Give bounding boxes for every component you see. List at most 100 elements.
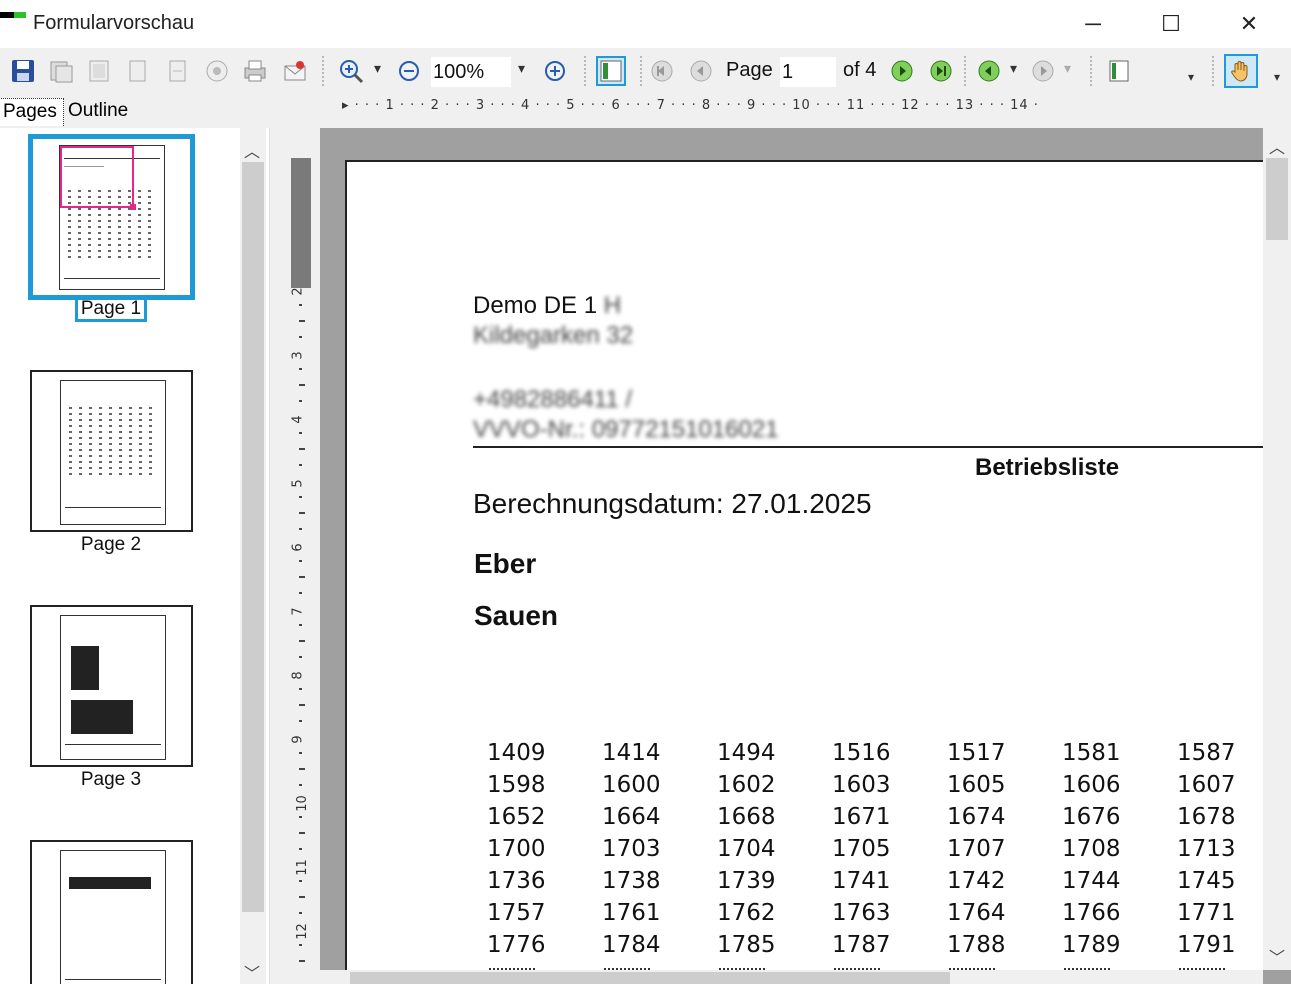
- animal-number: 1791: [1177, 932, 1236, 958]
- animal-number: 1605: [947, 772, 1006, 798]
- thumbnail-page-1[interactable]: [28, 134, 195, 300]
- save-icon[interactable]: [8, 56, 38, 86]
- thumbnail-cell: [129, 467, 132, 469]
- thumbnail-cell: [68, 214, 71, 216]
- animal-number: 1784: [602, 932, 661, 958]
- animal-number: 1761: [602, 900, 661, 926]
- thumbnail-cell: [89, 449, 92, 451]
- ruler-tick: [299, 880, 302, 882]
- thumbnail-cell: [119, 473, 122, 475]
- open-icon[interactable]: [46, 56, 76, 86]
- toolbar-overflow-icon[interactable]: ▾: [1188, 70, 1194, 84]
- thumbnail-preview: [60, 850, 166, 984]
- history-back-icon[interactable]: [974, 56, 1004, 86]
- animal-number: 1745: [1177, 868, 1236, 894]
- last-page-icon[interactable]: [926, 56, 956, 86]
- history-forward-icon[interactable]: [1028, 56, 1058, 86]
- minimize-button[interactable]: ─: [1054, 0, 1132, 48]
- ruler-tick: [299, 816, 302, 818]
- watermark-icon[interactable]: [162, 56, 192, 86]
- toolbar-separator: [1212, 56, 1214, 86]
- thumbnail-cell: [68, 250, 71, 252]
- thumbnail-cell: [138, 196, 141, 198]
- ruler-tick: [299, 704, 305, 706]
- scroll-down-icon[interactable]: ﹀: [1269, 944, 1285, 968]
- panel-tabs: Pages Outline: [0, 94, 330, 128]
- thumbnail-cell: [89, 425, 92, 427]
- thumbnail-cell: [109, 407, 112, 409]
- animal-number: 1700: [487, 836, 546, 862]
- animal-number: 1494: [717, 740, 776, 766]
- thumbnail-page-4[interactable]: [30, 840, 193, 984]
- toolbar-separator: [1090, 56, 1092, 86]
- animal-number: 1517: [947, 740, 1006, 766]
- zoom-dropdown-icon[interactable]: ▾: [518, 60, 525, 77]
- zoom-out-icon[interactable]: [394, 56, 424, 86]
- header-footer-icon[interactable]: [122, 56, 152, 86]
- toolbar-overflow-icon-2[interactable]: ▾: [1274, 70, 1280, 84]
- scroll-up-icon[interactable]: ︿: [244, 138, 260, 162]
- page-number-input[interactable]: [780, 57, 836, 87]
- scrollbar-thumb[interactable]: [1266, 158, 1288, 240]
- thumbnail-cell: [119, 419, 122, 421]
- tab-outline[interactable]: Outline: [62, 98, 134, 126]
- thumbnail-cell: [129, 461, 132, 463]
- print-icon[interactable]: [240, 56, 270, 86]
- thumbnail-cell: [98, 226, 101, 228]
- close-button[interactable]: ✕: [1210, 0, 1288, 48]
- thumbnail-cell: [68, 202, 71, 204]
- toolbar-separator: [964, 56, 966, 86]
- preview-horizontal-scrollbar[interactable]: [320, 970, 1263, 984]
- single-page-view-icon[interactable]: [1104, 56, 1134, 86]
- thumbnail-cell: [88, 202, 91, 204]
- scrollbar-thumb[interactable]: [350, 972, 950, 984]
- history-back-dropdown-icon[interactable]: ▾: [1010, 60, 1017, 77]
- history-forward-dropdown-icon[interactable]: ▾: [1064, 60, 1071, 77]
- ruler-tick: [299, 960, 305, 962]
- preview-vertical-scrollbar[interactable]: ︿ ﹀: [1263, 128, 1291, 970]
- animal-number: 1602: [717, 772, 776, 798]
- previous-page-icon[interactable]: [686, 56, 716, 86]
- thumbnail-page-2[interactable]: [30, 370, 193, 532]
- scroll-down-icon[interactable]: ﹀: [244, 960, 260, 984]
- thumbnail-cell: [149, 467, 152, 469]
- thumbnail-cell: [108, 202, 111, 204]
- company-vvvo: VVVO-Nr.: 09772151016021: [473, 416, 779, 443]
- thumbnail-cell: [99, 449, 102, 451]
- maximize-button[interactable]: ☐: [1132, 0, 1210, 48]
- thumbnail-cell: [139, 467, 142, 469]
- thumbnail-cell: [88, 220, 91, 222]
- zoom-in-dropdown-icon[interactable]: ▾: [374, 60, 381, 77]
- next-page-icon[interactable]: [887, 56, 917, 86]
- send-email-icon[interactable]: [280, 56, 310, 86]
- page-setup-icon[interactable]: [84, 56, 114, 86]
- thumbnail-cell: [98, 250, 101, 252]
- thumbnails-toggle-icon[interactable]: [596, 56, 626, 86]
- thumbnail-cell: [148, 202, 151, 204]
- ruler-tick: [299, 336, 302, 338]
- ruler-tick: [299, 528, 302, 530]
- thumbnail-cell: [109, 431, 112, 433]
- ruler-tick: [299, 944, 302, 946]
- zoom-fit-icon[interactable]: [540, 56, 570, 86]
- zoom-input[interactable]: [431, 57, 511, 87]
- ruler-tick: [299, 576, 305, 578]
- tab-pages[interactable]: Pages: [0, 98, 64, 126]
- ruler-tick-label: 3: [290, 351, 306, 360]
- scrollbar-thumb[interactable]: [242, 162, 264, 912]
- page-count-label: of 4: [843, 59, 877, 81]
- thumbnail-page-3[interactable]: [30, 605, 193, 767]
- thumbnail-cell: [138, 190, 141, 192]
- scroll-up-icon[interactable]: ︿: [1269, 134, 1285, 158]
- thumbnail-scrollbar[interactable]: ︿ ﹀: [240, 128, 266, 984]
- hand-tool-icon[interactable]: [1224, 54, 1258, 88]
- thumbnail-cell: [118, 256, 121, 258]
- first-page-icon[interactable]: [647, 56, 677, 86]
- ruler-tick: [299, 768, 305, 770]
- thumbnail-cell: [78, 232, 81, 234]
- animal-number: 1787: [832, 932, 891, 958]
- scale-icon[interactable]: [202, 56, 232, 86]
- zoom-in-icon[interactable]: [336, 56, 366, 86]
- toolbar-separator: [322, 56, 324, 86]
- thumbnail-cell: [68, 196, 71, 198]
